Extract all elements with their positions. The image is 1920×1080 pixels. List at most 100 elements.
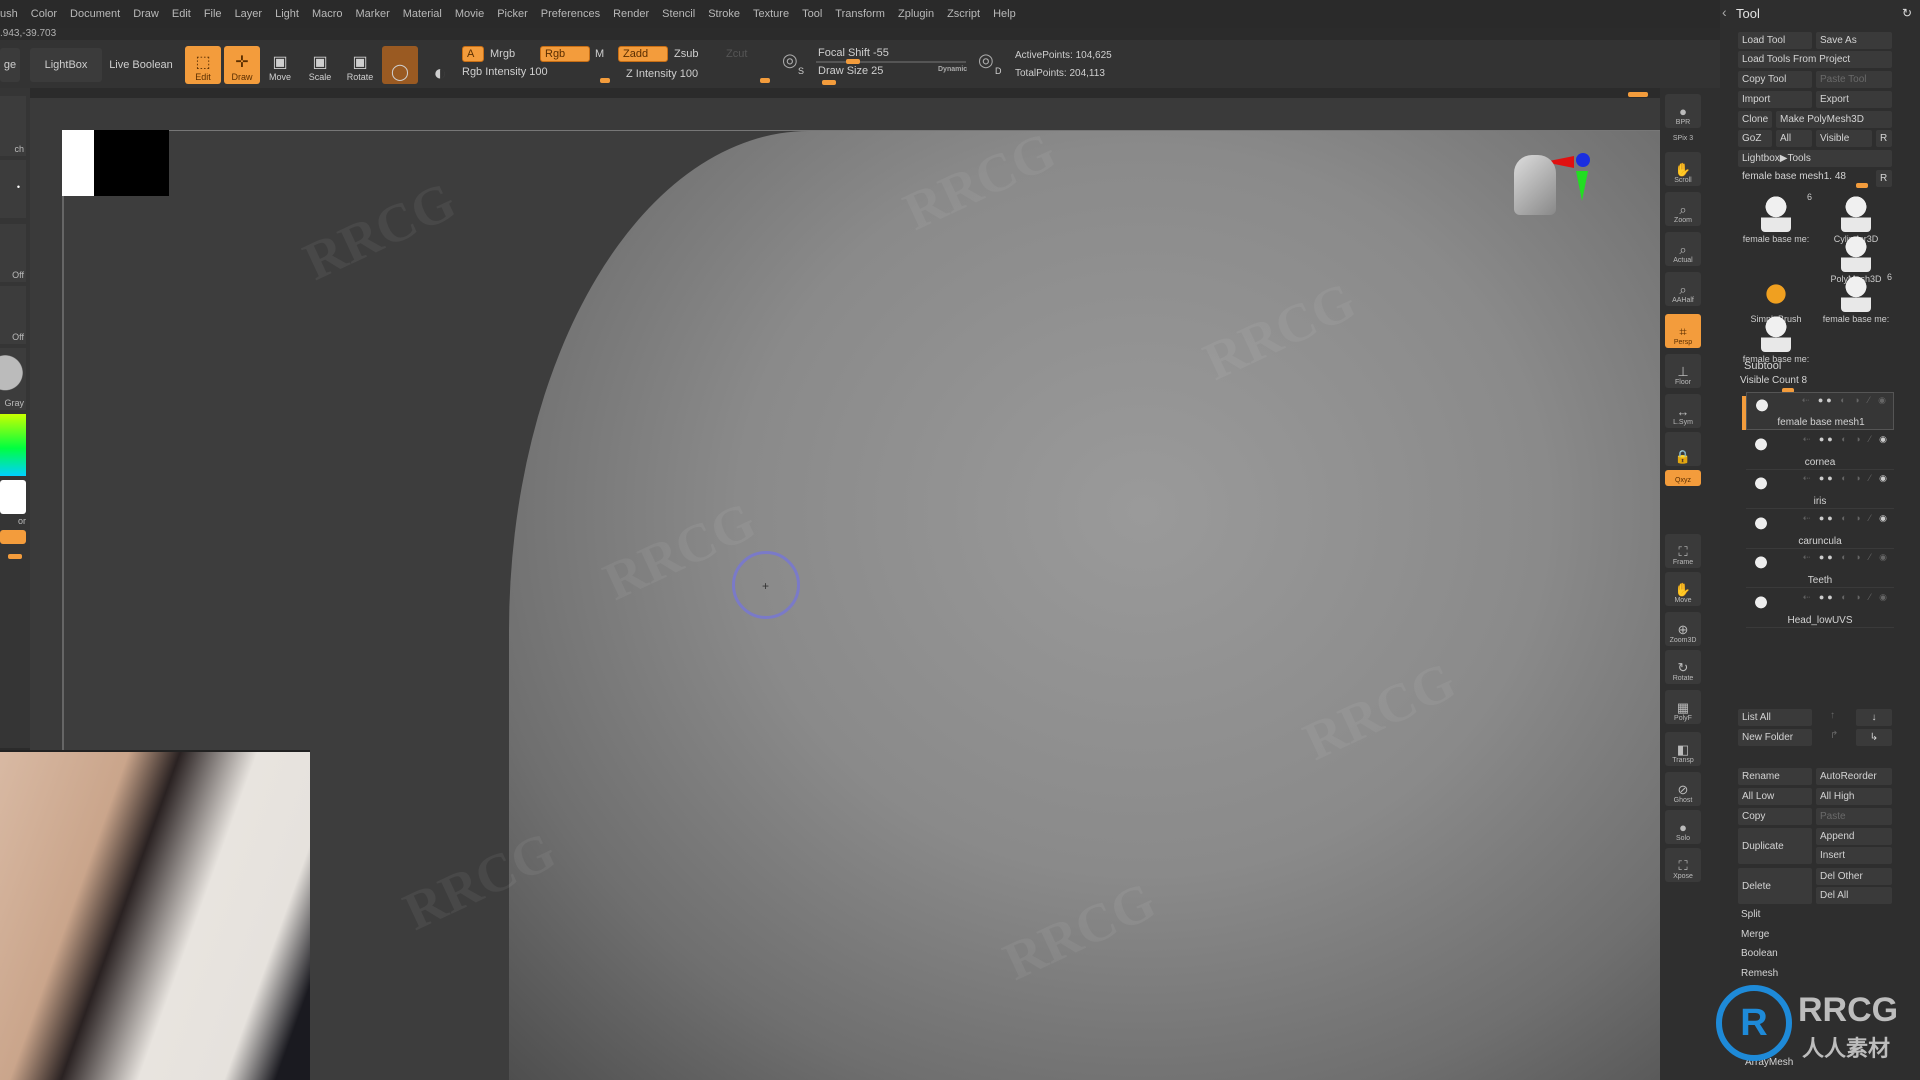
- eye-icon[interactable]: ◉: [1879, 434, 1890, 444]
- subtool-toggles[interactable]: ⇠ ●● ◐ ◑ ⁄ ◉: [1803, 592, 1890, 603]
- menu-item-macro[interactable]: Macro: [312, 8, 343, 20]
- merge-section[interactable]: Merge: [1741, 929, 1769, 940]
- main-color-swatch[interactable]: [0, 480, 26, 514]
- subtool-toggles[interactable]: ⇠ ●● ◐ ◑ ⁄ ◉: [1803, 473, 1890, 484]
- tool-tile[interactable]: female base me: 6: [1738, 192, 1814, 254]
- zsub-toggle[interactable]: Zsub: [674, 48, 698, 60]
- remesh-section[interactable]: Remesh: [1741, 968, 1778, 979]
- z-intensity-slider[interactable]: Z Intensity 100: [626, 68, 698, 80]
- shelf-aahalf-button[interactable]: ⌕ AAHalf: [1665, 272, 1701, 306]
- shelf-bpr-button[interactable]: ● BPR: [1665, 94, 1701, 128]
- subtool-item[interactable]: ⇠ ●● ◐ ◑ ⁄ ◉ caruncula: [1746, 511, 1894, 549]
- clone-button[interactable]: Clone: [1738, 111, 1772, 128]
- rgb-intensity-knob[interactable]: [600, 78, 610, 83]
- brush-stroke-button[interactable]: ◐: [422, 46, 458, 84]
- boolean-section[interactable]: Boolean: [1741, 948, 1778, 959]
- brush-thumbnail[interactable]: ch: [0, 96, 26, 156]
- delete-button[interactable]: Delete: [1738, 868, 1812, 904]
- menu-item-stroke[interactable]: Stroke: [708, 8, 740, 20]
- menu-item-layer[interactable]: Layer: [235, 8, 263, 20]
- menu-item-zscript[interactable]: Zscript: [947, 8, 980, 20]
- canvas-resize-handle[interactable]: [1628, 92, 1648, 97]
- goz-visible-button[interactable]: Visible: [1816, 130, 1872, 147]
- menu-item-texture[interactable]: Texture: [753, 8, 789, 20]
- goz-r-button[interactable]: R: [1876, 130, 1892, 147]
- import-button[interactable]: Import: [1738, 91, 1812, 108]
- current-tool-slider[interactable]: female base mesh1. 48: [1742, 171, 1846, 182]
- del-all-button[interactable]: Del All: [1816, 887, 1892, 904]
- lightbox-tools-button[interactable]: Lightbox▶Tools: [1738, 150, 1892, 167]
- eye-icon[interactable]: ◉: [1879, 552, 1890, 562]
- draw-size-slider[interactable]: Draw Size 25: [818, 65, 883, 77]
- menu-item-draw[interactable]: Draw: [133, 8, 159, 20]
- folder-arrow-icon[interactable]: ↱: [1830, 730, 1838, 741]
- subtool-toggles[interactable]: ⇠ ●● ◐ ◑ ⁄ ◉: [1803, 513, 1890, 524]
- menu-item-transform[interactable]: Transform: [835, 8, 885, 20]
- shelf-frame-button[interactable]: ⛶ Frame: [1665, 534, 1701, 568]
- material-thumbnail[interactable]: Gray: [0, 348, 26, 410]
- shelf-scroll-button[interactable]: ✋ Scroll: [1665, 152, 1701, 186]
- shelf-floor-button[interactable]: ⊥ Floor: [1665, 354, 1701, 388]
- rename-button[interactable]: Rename: [1738, 768, 1812, 785]
- folder-move-button[interactable]: ↳: [1856, 729, 1892, 746]
- color-slider-knob[interactable]: [8, 554, 22, 559]
- goz-all-button[interactable]: All: [1776, 130, 1812, 147]
- all-high-button[interactable]: All High: [1816, 788, 1892, 805]
- subtool-item[interactable]: ⇠ ●● ◐ ◑ ⁄ ◉ Teeth: [1746, 550, 1894, 588]
- partial-button[interactable]: ge: [0, 48, 20, 82]
- focal-shift-slider[interactable]: Focal Shift -55: [818, 47, 889, 59]
- navigator-thumbnail[interactable]: [62, 130, 169, 196]
- alpha-thumbnail[interactable]: Off: [0, 224, 26, 282]
- back-arrow-icon[interactable]: ‹: [1722, 4, 1727, 20]
- texture-thumbnail[interactable]: Off: [0, 286, 26, 344]
- shelf-spix-3-button[interactable]: SPix 3: [1665, 128, 1701, 144]
- shelf-lock-button[interactable]: 🔒: [1665, 432, 1701, 466]
- duplicate-button[interactable]: Duplicate: [1738, 828, 1812, 864]
- draw-size-knob[interactable]: [822, 80, 836, 85]
- del-other-button[interactable]: Del Other: [1816, 868, 1892, 885]
- subtool-toggles[interactable]: ⇠ ●● ◐ ◑ ⁄ ◉: [1802, 395, 1889, 406]
- subtool-item[interactable]: ⇠ ●● ◐ ◑ ⁄ ◉ iris: [1746, 471, 1894, 509]
- shelf-rotate-button[interactable]: ↻ Rotate: [1665, 650, 1701, 684]
- copy-button[interactable]: Copy: [1738, 808, 1812, 825]
- shelf-move-button[interactable]: ✋ Move: [1665, 572, 1701, 606]
- stroke-thumbnail[interactable]: •: [0, 160, 26, 218]
- edit-button[interactable]: ⬚ Edit: [185, 46, 221, 84]
- dynamic-toggle[interactable]: Dynamic: [938, 66, 967, 73]
- a-toggle[interactable]: A: [462, 46, 484, 62]
- all-low-button[interactable]: All Low: [1738, 788, 1812, 805]
- subtool-item[interactable]: ⇠ ●● ◐ ◑ ⁄ ◉ cornea: [1746, 432, 1894, 470]
- split-section[interactable]: Split: [1741, 909, 1760, 920]
- auto-reorder-button[interactable]: AutoReorder: [1816, 768, 1892, 785]
- zadd-toggle[interactable]: Zadd: [618, 46, 668, 62]
- refresh-icon[interactable]: ↻: [1902, 6, 1912, 20]
- shelf-solo-button[interactable]: ● Solo: [1665, 810, 1701, 844]
- menu-item-zplugin[interactable]: Zplugin: [898, 8, 934, 20]
- current-tool-knob[interactable]: [1856, 183, 1868, 188]
- menu-item-tool[interactable]: Tool: [802, 8, 822, 20]
- shelf-zoom3d-button[interactable]: ⊕ Zoom3D: [1665, 612, 1701, 646]
- shelf-qxyz-button[interactable]: Qxyz: [1665, 470, 1701, 486]
- shelf-l-sym-button[interactable]: ↔ L.Sym: [1665, 394, 1701, 428]
- copy-tool-button[interactable]: Copy Tool: [1738, 71, 1812, 88]
- focal-shift-knob[interactable]: [846, 59, 860, 64]
- shelf-zoom-button[interactable]: ⌕ Zoom: [1665, 192, 1701, 226]
- list-all-button[interactable]: List All: [1738, 709, 1812, 726]
- sculpt-model-render[interactable]: [509, 131, 1660, 1080]
- shelf-actual-button[interactable]: ⌕ Actual: [1665, 232, 1701, 266]
- eye-icon[interactable]: ◉: [1879, 513, 1890, 523]
- color-toggle[interactable]: [0, 530, 26, 544]
- menu-item-color[interactable]: Color: [31, 8, 57, 20]
- scale-button[interactable]: ▣ Scale: [302, 46, 338, 84]
- z-intensity-knob[interactable]: [760, 78, 770, 83]
- material-button[interactable]: ◯: [382, 46, 418, 84]
- subtool-item[interactable]: ⇠ ●● ◐ ◑ ⁄ ◉ female base mesh1: [1746, 392, 1894, 430]
- paste-button[interactable]: Paste: [1816, 808, 1892, 825]
- menu-item-edit[interactable]: Edit: [172, 8, 191, 20]
- eye-icon[interactable]: ◉: [1878, 395, 1889, 405]
- menu-item-render[interactable]: Render: [613, 8, 649, 20]
- move-button[interactable]: ▣ Move: [262, 46, 298, 84]
- menu-item-marker[interactable]: Marker: [356, 8, 390, 20]
- live-boolean-button[interactable]: Live Boolean: [106, 48, 176, 82]
- m-toggle[interactable]: M: [595, 48, 604, 60]
